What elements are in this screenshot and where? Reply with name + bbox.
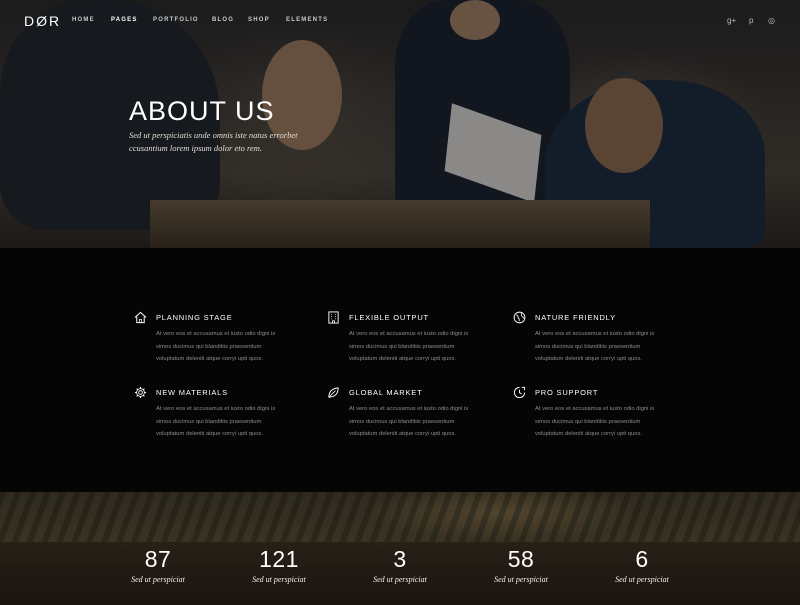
counters-background-foliage: [0, 492, 800, 542]
page-subtitle: Sed ut perspiciatis unde omnis iste natu…: [129, 130, 298, 153]
features-section: PLANNING STAGE At vero eos et accusamus …: [0, 248, 800, 492]
counter-item: 87 Sed ut perspiciat: [98, 546, 218, 584]
nav-item-shop[interactable]: SHOP: [248, 17, 270, 23]
site-logo[interactable]: DØR: [24, 13, 61, 29]
counter-item: 58 Sed ut perspiciat: [461, 546, 581, 584]
gear-icon: [134, 386, 147, 399]
leaf-icon: [328, 387, 339, 398]
feature-text: At vero eos et accusamus et iusto odio d…: [535, 331, 655, 362]
counter-item: 6 Sed ut perspiciat: [582, 546, 702, 584]
counter-label: Sed ut perspiciat: [494, 575, 548, 584]
counter-item: 121 Sed ut perspiciat: [219, 546, 339, 584]
feature-title: NEW MATERIALS: [156, 388, 228, 397]
counters-section: 87 Sed ut perspiciat 121 Sed ut perspici…: [0, 492, 800, 605]
counter-value: 121: [259, 546, 299, 572]
nav-item-blog[interactable]: BLOG: [212, 17, 234, 23]
home-icon: [134, 311, 147, 324]
counter-label: Sed ut perspiciat: [615, 575, 669, 584]
page-title: ABOUT US: [129, 96, 275, 126]
feature-title: PLANNING STAGE: [156, 313, 233, 322]
nav-item-home[interactable]: HOME: [72, 17, 95, 23]
dribbble-icon[interactable]: ◎: [768, 16, 775, 25]
feature-title: FLEXIBLE OUTPUT: [349, 313, 429, 322]
hero-section: DØR HOME PAGES PORTFOLIO BLOG SHOP ELEME…: [0, 0, 800, 248]
feature-text: At vero eos et accusamus et iusto odio d…: [535, 406, 655, 437]
feature-text: At vero eos et accusamus et iusto odio d…: [156, 331, 276, 362]
main-navigation: DØR HOME PAGES PORTFOLIO BLOG SHOP ELEME…: [0, 0, 800, 42]
clock-icon: [513, 386, 526, 399]
google-plus-icon[interactable]: g+: [727, 16, 736, 25]
counter-value: 3: [393, 546, 407, 572]
feature-text: At vero eos et accusamus et iusto odio d…: [349, 331, 469, 362]
counter-value: 6: [635, 546, 649, 572]
counter-value: 87: [144, 546, 172, 572]
globe-icon: [513, 311, 526, 324]
feature-title: GLOBAL MARKET: [349, 388, 423, 397]
counter-label: Sed ut perspiciat: [131, 575, 185, 584]
feature-text: At vero eos et accusamus et iusto odio d…: [349, 406, 469, 437]
nav-item-portfolio[interactable]: PORTFOLIO: [153, 17, 199, 23]
feature-title: PRO SUPPORT: [535, 388, 599, 397]
nav-item-pages[interactable]: PAGES: [111, 17, 138, 23]
pinterest-icon[interactable]: p: [749, 16, 753, 25]
building-icon: [328, 311, 339, 324]
nav-item-elements[interactable]: ELEMENTS: [286, 17, 328, 23]
counter-label: Sed ut perspiciat: [252, 575, 306, 584]
counter-label: Sed ut perspiciat: [373, 575, 427, 584]
feature-title: NATURE FRIENDLY: [535, 313, 616, 322]
feature-text: At vero eos et accusamus et iusto odio d…: [156, 406, 276, 437]
counter-item: 3 Sed ut perspiciat: [340, 546, 460, 584]
counter-value: 58: [507, 546, 535, 572]
